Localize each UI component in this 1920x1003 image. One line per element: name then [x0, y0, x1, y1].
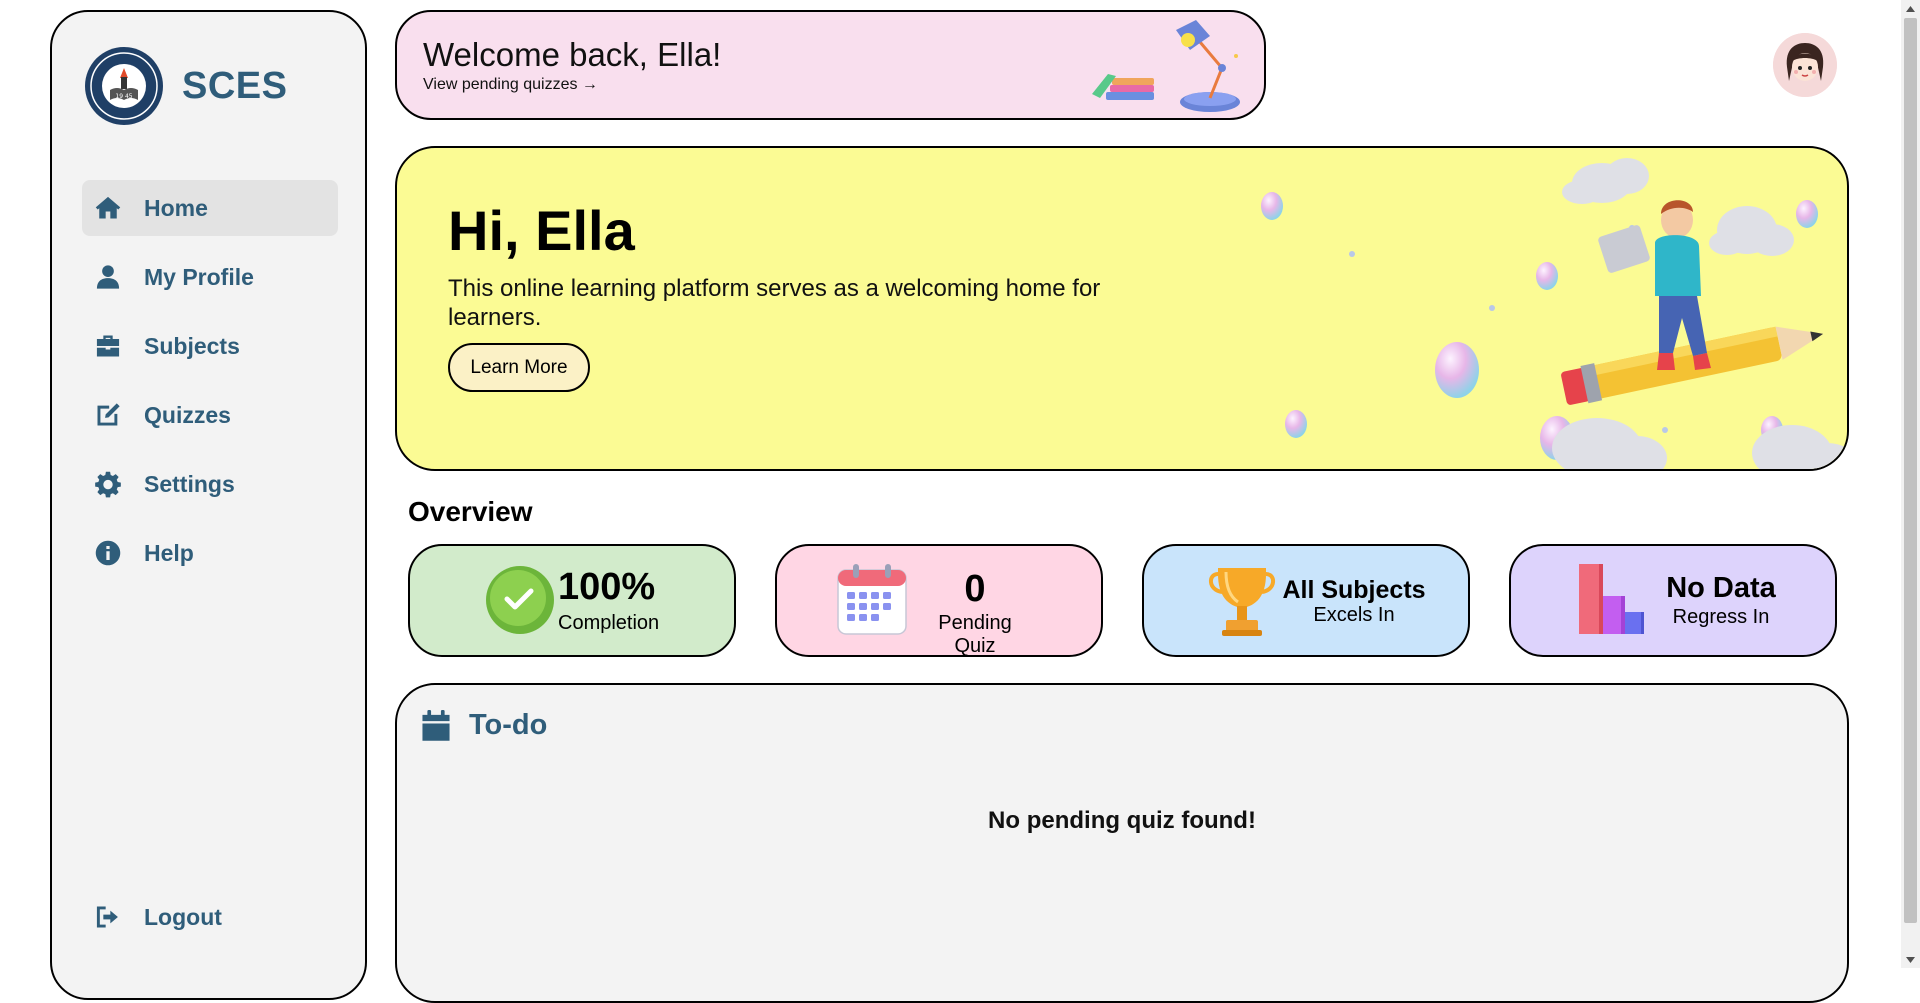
logout-label: Logout — [144, 903, 222, 930]
user-avatar[interactable] — [1773, 33, 1837, 97]
hero-description: This online learning platform serves as … — [448, 275, 1101, 331]
completion-card: 100% Completion — [408, 544, 736, 657]
excels-in-value: All Subjects — [1282, 576, 1426, 604]
sidebar-nav: Home My Profile Subjects Quizzes Setting… — [82, 180, 338, 594]
regress-in-value: No Data — [1666, 572, 1776, 604]
check-icon — [486, 566, 554, 634]
info-icon — [92, 537, 124, 569]
sidebar: 19 45 SCES Home My Profile Subjects Quiz… — [50, 10, 367, 1000]
learn-more-button[interactable]: Learn More — [448, 343, 590, 392]
regress-in-card: No Data Regress In — [1509, 544, 1837, 657]
school-logo: 19 45 — [85, 47, 163, 125]
logout-icon — [92, 901, 124, 933]
view-pending-quizzes-link[interactable]: View pending quizzes → — [423, 76, 598, 94]
excels-in-label: Excels In — [1313, 604, 1395, 626]
sidebar-item-my-profile[interactable]: My Profile — [82, 249, 338, 305]
sidebar-item-quizzes[interactable]: Quizzes — [82, 387, 338, 443]
avatar-girl-icon — [1773, 33, 1837, 97]
welcome-banner: Welcome back, Ella! View pending quizzes… — [395, 10, 1266, 120]
user-icon — [92, 261, 124, 293]
pending-quiz-card: 0 Pending Quiz — [775, 544, 1103, 657]
sidebar-item-subjects[interactable]: Subjects — [82, 318, 338, 374]
sidebar-item-home[interactable]: Home — [82, 180, 338, 236]
logout-button[interactable]: Logout — [92, 889, 222, 945]
sidebar-item-label: Quizzes — [144, 401, 231, 428]
scroll-down-arrow-icon[interactable] — [1901, 951, 1920, 968]
home-icon — [92, 192, 124, 224]
page-scrollbar[interactable] — [1901, 0, 1920, 968]
brand-name: SCES — [182, 64, 288, 107]
hero-title: Hi, Ella — [448, 199, 635, 262]
completion-label: Completion — [558, 612, 660, 634]
pending-quiz-label: Pending Quiz — [938, 612, 1012, 657]
sidebar-item-label: Help — [144, 539, 194, 566]
todo-panel: To-do No pending quiz found! — [395, 683, 1849, 1003]
calendar-icon — [422, 709, 450, 741]
regress-in-label: Regress In — [1672, 606, 1770, 628]
sidebar-item-settings[interactable]: Settings — [82, 456, 338, 512]
edit-icon — [92, 399, 124, 431]
scroll-up-arrow-icon[interactable] — [1901, 0, 1920, 17]
todo-title: To-do — [469, 709, 548, 741]
pending-quiz-value: 0 — [964, 568, 986, 610]
brand[interactable]: 19 45 SCES — [84, 46, 287, 126]
calendar-icon — [837, 564, 907, 635]
sidebar-item-label: My Profile — [144, 263, 254, 290]
todo-header: To-do — [421, 709, 547, 742]
scrollbar-thumb[interactable] — [1904, 18, 1917, 923]
desk-lamp-books-illustration — [1092, 20, 1240, 112]
sidebar-item-label: Home — [144, 194, 208, 221]
todo-empty-message: No pending quiz found! — [988, 807, 1256, 834]
welcome-title: Welcome back, Ella! — [423, 36, 722, 73]
excels-in-card: All Subjects Excels In — [1142, 544, 1470, 657]
svg-text:19 45: 19 45 — [115, 93, 132, 100]
briefcase-icon — [92, 330, 124, 362]
bar-chart-icon — [1579, 564, 1644, 634]
completion-value: 100% — [558, 566, 656, 608]
sidebar-item-help[interactable]: Help — [82, 525, 338, 581]
overview-title: Overview — [408, 496, 533, 527]
sidebar-item-label: Subjects — [144, 332, 240, 359]
hero-banner: Hi, Ella This online learning platform s… — [395, 146, 1849, 471]
gear-icon — [92, 468, 124, 500]
sidebar-item-label: Settings — [144, 470, 235, 497]
